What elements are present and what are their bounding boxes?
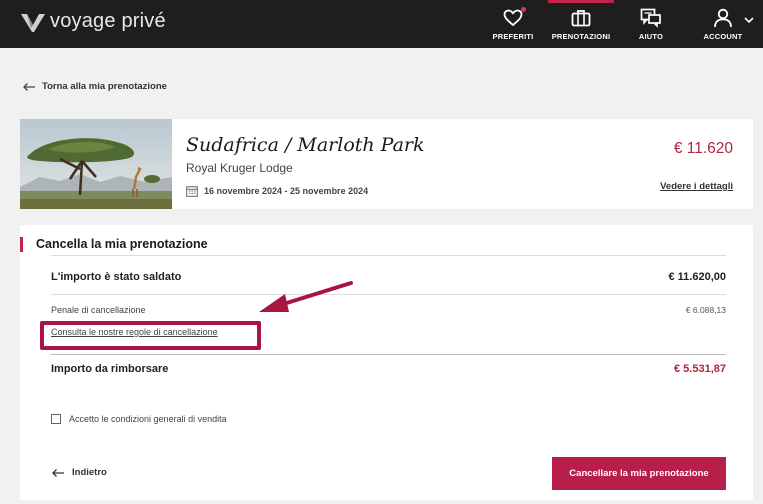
nav-label: ACCOUNT bbox=[703, 32, 743, 41]
refund-value: € 5.531,87 bbox=[674, 363, 726, 375]
annotation-arrow-icon bbox=[259, 281, 353, 312]
nav-label: AIUTO bbox=[638, 32, 664, 41]
terms-checkbox-row[interactable]: Accetto le condizioni generali di vendit… bbox=[51, 414, 227, 424]
booking-price: € 11.620 bbox=[673, 140, 733, 157]
nav-prenotazioni[interactable]: PRENOTAZIONI bbox=[548, 0, 614, 48]
brand-logo[interactable]: voyage privé bbox=[20, 10, 166, 33]
arrow-left-icon bbox=[52, 468, 64, 477]
cancel-booking-button[interactable]: Cancellare la mia prenotazione bbox=[552, 457, 726, 490]
section-accent-bar bbox=[20, 237, 23, 252]
booking-title: Sudafrica / Marloth Park bbox=[186, 134, 425, 156]
chevron-down-icon[interactable] bbox=[744, 17, 754, 24]
heart-icon bbox=[503, 9, 523, 27]
arrow-left-icon bbox=[23, 82, 35, 91]
favorites-notification-dot bbox=[521, 7, 526, 12]
view-details-link[interactable]: Vedere i dettagli bbox=[660, 181, 733, 192]
back-to-booking-link[interactable]: Torna alla mia prenotazione bbox=[22, 81, 167, 92]
penalty-value: € 6.088,13 bbox=[685, 305, 726, 315]
hotel-name: Royal Kruger Lodge bbox=[186, 161, 293, 175]
divider bbox=[51, 255, 726, 256]
destination-image bbox=[20, 119, 172, 209]
back-link-label: Torna alla mia prenotazione bbox=[42, 81, 167, 92]
cancel-booking-panel: Cancella la mia prenotazione L'importo è… bbox=[20, 225, 753, 500]
user-icon bbox=[714, 8, 732, 28]
nav-label: PRENOTAZIONI bbox=[551, 32, 611, 41]
booking-dates: 16 novembre 2024 - 25 novembre 2024 bbox=[186, 185, 368, 197]
calendar-icon bbox=[186, 186, 198, 197]
panel-title: Cancella la mia prenotazione bbox=[36, 237, 208, 251]
back-button[interactable]: Indietro bbox=[51, 467, 107, 478]
dates-text: 16 novembre 2024 - 25 novembre 2024 bbox=[204, 186, 369, 196]
penalty-label: Penale di cancellazione bbox=[51, 305, 146, 315]
nav-preferiti[interactable]: PREFERITI bbox=[490, 0, 536, 48]
annotation-highlight-box bbox=[40, 321, 261, 350]
chat-icon bbox=[640, 8, 661, 28]
top-navigation-bar: voyage privé PREFERITI PRENOTAZIONI AIUT… bbox=[0, 0, 763, 48]
divider bbox=[51, 354, 726, 355]
voyage-prive-logo-icon bbox=[21, 13, 45, 32]
nav-label: PREFERITI bbox=[492, 32, 534, 41]
terms-checkbox[interactable] bbox=[51, 414, 61, 424]
brand-name: voyage privé bbox=[50, 10, 166, 32]
terms-label: Accetto le condizioni generali di vendit… bbox=[69, 414, 227, 424]
back-button-label: Indietro bbox=[72, 467, 107, 478]
divider bbox=[51, 294, 726, 295]
booking-summary-card: Sudafrica / Marloth Park Royal Kruger Lo… bbox=[20, 119, 753, 209]
paid-value: € 11.620,00 bbox=[668, 271, 726, 283]
nav-account[interactable]: ACCOUNT bbox=[698, 0, 748, 48]
nav-aiuto[interactable]: AIUTO bbox=[628, 0, 674, 48]
paid-label: L'importo è stato saldato bbox=[51, 271, 182, 283]
suitcase-icon bbox=[571, 10, 591, 27]
refund-label: Importo da rimborsare bbox=[51, 363, 169, 375]
